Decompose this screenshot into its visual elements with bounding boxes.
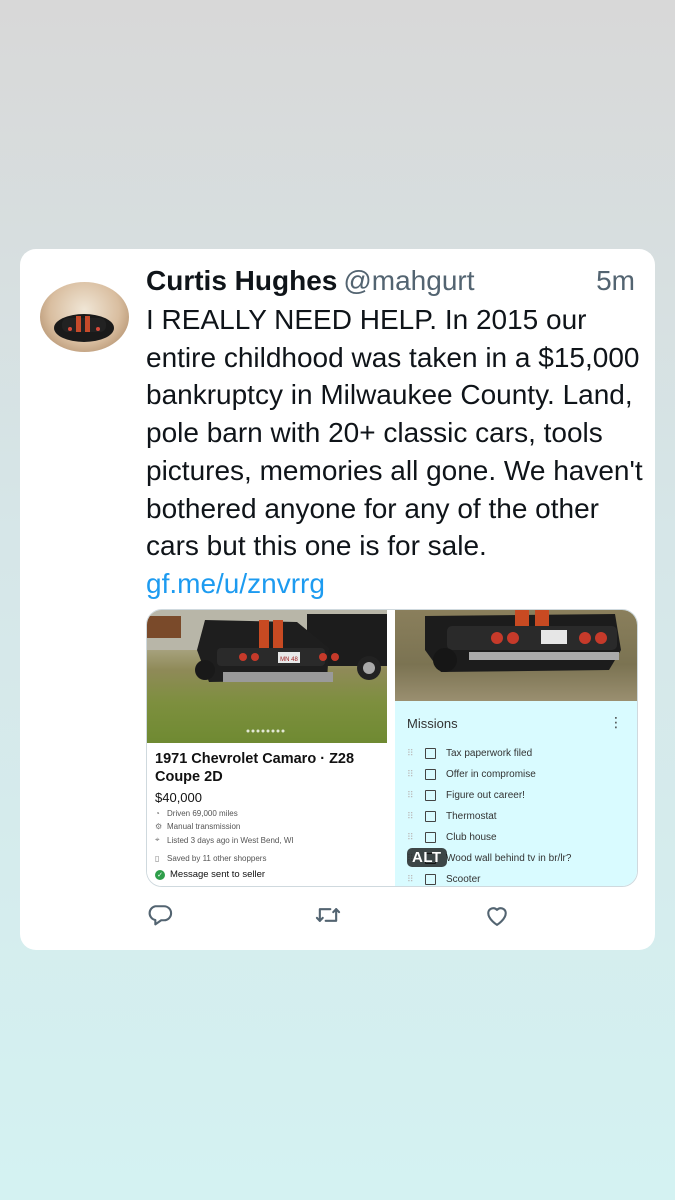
gearshift-icon: ⚙ xyxy=(155,822,163,831)
listing-details: 1971 Chevrolet Camaro · Z28 Coupe 2D $40… xyxy=(155,750,383,880)
tweet-body: I REALLY NEED HELP. In 2015 our entire c… xyxy=(146,301,646,603)
car-avatar-image xyxy=(54,314,114,342)
mission-label: Thermostat xyxy=(446,811,497,822)
author-handle[interactable]: @mahgurt xyxy=(343,265,474,296)
retweet-icon xyxy=(315,908,341,922)
mission-label: Figure out career! xyxy=(446,790,525,801)
list-item[interactable]: ⠿ Thermostat xyxy=(407,806,632,827)
listing-saved: ▯ Saved by 11 other shoppers xyxy=(155,854,383,863)
checkbox[interactable] xyxy=(425,874,436,885)
listing-screenshot[interactable]: MN 48 1971 Chevrolet Camaro · Z28 Coupe … xyxy=(147,610,387,886)
bookmark-icon: ▯ xyxy=(155,854,160,863)
mission-label: Offer in compromise xyxy=(446,769,536,780)
listing-price: $40,000 xyxy=(155,790,202,805)
checkbox[interactable] xyxy=(425,832,436,843)
saved-text: Saved by 11 other shoppers xyxy=(167,854,267,863)
avatar[interactable] xyxy=(40,282,129,352)
drag-handle-icon[interactable]: ⠿ xyxy=(407,811,419,822)
check-circle-icon: ✓ xyxy=(155,869,165,880)
tweet-header: Curtis Hughes @mahgurt 5m xyxy=(146,265,635,301)
list-item[interactable]: ⠿ Club house xyxy=(407,827,632,848)
tweet-text: I REALLY NEED HELP. In 2015 our entire c… xyxy=(146,304,643,562)
listing-transmission: ⚙ Manual transmission xyxy=(155,822,383,831)
reply-icon xyxy=(148,905,173,926)
list-item[interactable]: ⠿ Scooter xyxy=(407,869,632,886)
like-button[interactable] xyxy=(483,901,515,933)
tweet-actions xyxy=(146,901,526,937)
drag-handle-icon[interactable]: ⠿ xyxy=(407,790,419,801)
checkbox[interactable] xyxy=(425,811,436,822)
list-item[interactable]: ⠿ Tax paperwork filed xyxy=(407,743,632,764)
camaro-rear-photo xyxy=(395,610,637,701)
tweet-link[interactable]: gf.me/u/znvrrg xyxy=(146,568,325,599)
missions-screenshot[interactable]: Missions ⋮ ⠿ Tax paperwork filed ⠿ Offer i… xyxy=(395,610,637,886)
checkbox[interactable] xyxy=(425,769,436,780)
location-pin-icon: ⌖ xyxy=(155,835,160,844)
tweet-timestamp[interactable]: 5m xyxy=(596,265,635,297)
more-options-icon[interactable]: ⋮ xyxy=(609,714,623,731)
mission-label: Wood wall behind tv in br/lr? xyxy=(446,853,572,864)
listed-text: Listed 3 days ago in West Bend, WI xyxy=(167,835,294,845)
mission-label: Club house xyxy=(446,832,497,843)
tweet-card[interactable]: Curtis Hughes @mahgurt 5m I REALLY NEED H… xyxy=(20,249,655,950)
mileage-text: Driven 69,000 miles xyxy=(167,809,238,818)
license-plate: MN 48 xyxy=(280,657,298,663)
camaro-photo: MN 48 xyxy=(147,610,387,743)
like-icon xyxy=(487,907,507,926)
drag-handle-icon[interactable]: ⠿ xyxy=(407,832,419,843)
reply-button[interactable] xyxy=(146,901,178,933)
listing-message-status: ✓ Message sent to seller xyxy=(155,869,383,880)
checkbox[interactable] xyxy=(425,790,436,801)
missions-title: Missions xyxy=(407,716,458,731)
listing-title: 1971 Chevrolet Camaro · Z28 Coupe 2D xyxy=(155,751,355,785)
media-grid: MN 48 1971 Chevrolet Camaro · Z28 Coupe … xyxy=(146,609,638,887)
transmission-text: Manual transmission xyxy=(167,822,241,831)
listing-mileage: ◔ Driven 69,000 miles xyxy=(155,809,383,818)
list-item[interactable]: ⠿ Offer in compromise xyxy=(407,764,632,785)
list-item[interactable]: ⠿ Figure out career! xyxy=(407,785,632,806)
drag-handle-icon[interactable]: ⠿ xyxy=(407,748,419,759)
message-status-text: Message sent to seller xyxy=(170,869,266,880)
alt-text-badge[interactable]: ALT xyxy=(407,848,447,867)
drag-handle-icon[interactable]: ⠿ xyxy=(407,769,419,780)
drag-handle-icon[interactable]: ⠿ xyxy=(407,874,419,885)
mission-label: Tax paperwork filed xyxy=(446,748,533,759)
author-name[interactable]: Curtis Hughes xyxy=(146,265,337,296)
checkbox[interactable] xyxy=(425,748,436,759)
retweet-button[interactable] xyxy=(314,901,346,933)
mission-label: Scooter xyxy=(446,874,481,885)
odometer-icon: ◔ xyxy=(155,809,160,818)
listing-location: ⌖ Listed 3 days ago in West Bend, WI xyxy=(155,835,383,845)
